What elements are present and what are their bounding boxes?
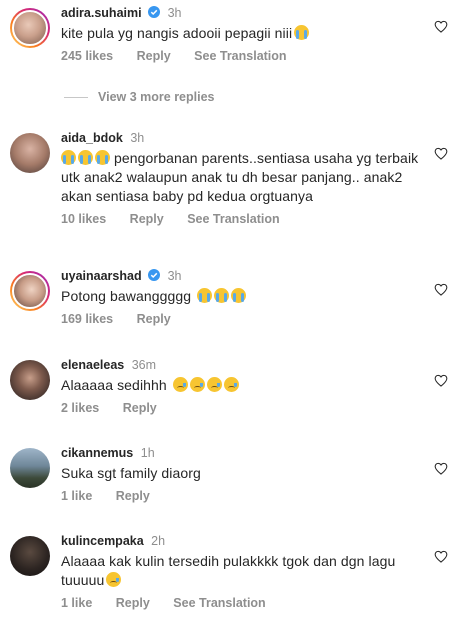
avatar[interactable] [10, 536, 50, 576]
loudly-crying-emoji-icon [214, 288, 230, 303]
heart-icon[interactable] [434, 462, 448, 475]
comment-time: 36m [131, 358, 157, 372]
verified-badge-icon [148, 269, 161, 281]
comment-time: 3h [130, 131, 145, 145]
comment-time: 2h [151, 534, 166, 548]
heart-icon[interactable] [434, 20, 448, 33]
avatar[interactable] [10, 133, 50, 173]
heart-icon[interactable] [434, 147, 448, 160]
loudly-crying-emoji-icon [78, 150, 93, 165]
reply-button[interactable]: Reply [116, 489, 150, 503]
comment-time: 3h [167, 6, 182, 20]
likes-count[interactable]: 10 likes [61, 212, 106, 226]
see-translation-button[interactable]: See Translation [194, 49, 286, 63]
comment-text: pengorbanan parents..sentiasa usaha yg t… [61, 150, 419, 204]
see-translation-button[interactable]: See Translation [173, 596, 265, 610]
loudly-crying-emoji-icon [231, 288, 247, 303]
loudly-crying-emoji-icon [95, 150, 110, 165]
replies-divider [64, 96, 88, 98]
heart-icon[interactable] [434, 283, 448, 296]
reply-button[interactable]: Reply [137, 312, 171, 326]
likes-count[interactable]: 1 like [61, 489, 92, 503]
loudly-crying-emoji-icon [197, 288, 213, 303]
crying-emoji-icon [223, 377, 239, 392]
comment-username[interactable]: elenaeleas [61, 358, 124, 372]
comment-username[interactable]: adira.suhaimi [61, 6, 142, 20]
comment-username[interactable]: uyainaarshad [61, 269, 142, 283]
heart-icon[interactable] [434, 374, 448, 387]
comment-text: Suka sgt family diaorg [61, 465, 201, 481]
avatar[interactable] [10, 8, 50, 48]
comment-username[interactable]: kulincempaka [61, 534, 144, 548]
reply-button[interactable]: Reply [130, 212, 164, 226]
verified-badge-icon [148, 6, 161, 18]
loudly-crying-emoji-icon [61, 150, 76, 165]
reply-button[interactable]: Reply [137, 49, 171, 63]
likes-count[interactable]: 169 likes [61, 312, 113, 326]
crying-emoji-icon [172, 377, 188, 392]
likes-count[interactable]: 2 likes [61, 401, 99, 415]
crying-emoji-icon [106, 572, 122, 587]
joy-emoji-icon [294, 25, 310, 40]
crying-emoji-icon [189, 377, 205, 392]
avatar[interactable] [10, 448, 50, 488]
view-more-replies-button[interactable]: View 3 more replies [64, 90, 215, 104]
avatar[interactable] [10, 360, 50, 400]
comment-text: Alaaaa kak kulin tersedih pulakkkk tgok … [61, 553, 396, 588]
crying-emoji-icon [206, 377, 222, 392]
comment-time: 3h [167, 269, 182, 283]
avatar[interactable] [10, 271, 50, 311]
comment-time: 1h [140, 446, 155, 460]
see-translation-button[interactable]: See Translation [187, 212, 279, 226]
comment-text: kite pula yg nangis adooii pepagii niii [61, 24, 434, 43]
comment-username[interactable]: cikannemus [61, 446, 133, 460]
heart-icon[interactable] [434, 550, 448, 563]
comment-text: Potong bawanggggg [61, 287, 434, 306]
reply-button[interactable]: Reply [123, 401, 157, 415]
comment-username[interactable]: aida_bdok [61, 131, 123, 145]
reply-button[interactable]: Reply [116, 596, 150, 610]
likes-count[interactable]: 245 likes [61, 49, 113, 63]
likes-count[interactable]: 1 like [61, 596, 92, 610]
comment-text: Alaaaaa sedihhh [61, 376, 434, 395]
